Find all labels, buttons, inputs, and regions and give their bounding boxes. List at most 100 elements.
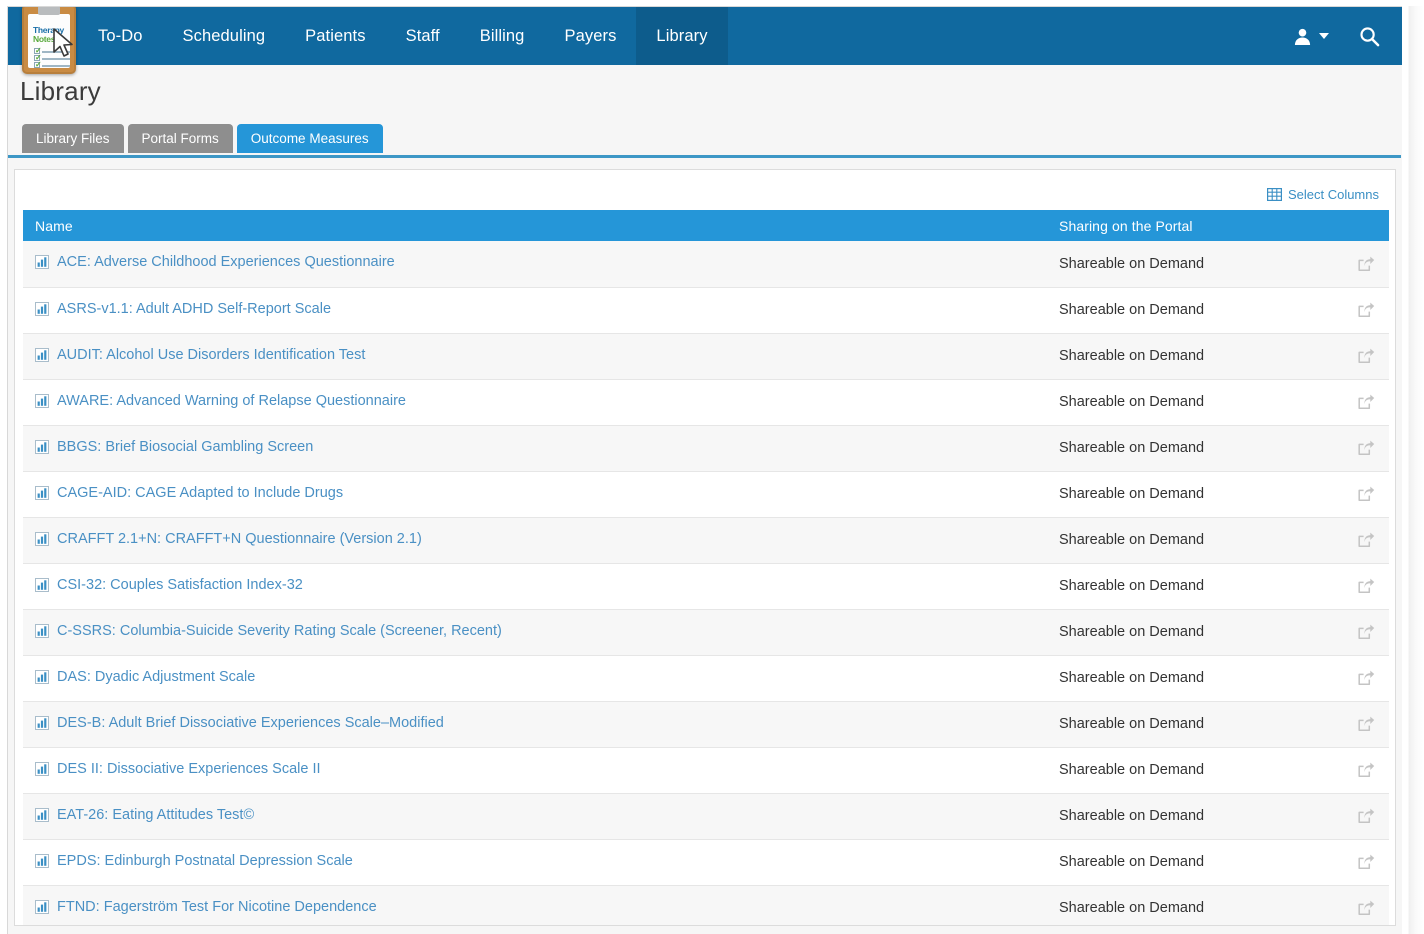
table-row[interactable]: DES-B: Adult Brief Dissociative Experien…: [23, 701, 1389, 748]
outcome-measure-link[interactable]: C-SSRS: Columbia-Suicide Severity Rating…: [35, 623, 502, 639]
table-row[interactable]: CRAFFT 2.1+N: CRAFFT+N Questionnaire (Ve…: [23, 517, 1389, 564]
outcome-measures-table: Name Sharing on the Portal ACE: Adverse …: [23, 210, 1389, 925]
nav-item-billing[interactable]: Billing: [460, 7, 545, 65]
outcome-measure-link[interactable]: CRAFFT 2.1+N: CRAFFT+N Questionnaire (Ve…: [35, 531, 422, 547]
cell-share-action[interactable]: [1343, 701, 1389, 748]
cell-share-action[interactable]: [1343, 517, 1389, 564]
outcome-measure-link[interactable]: ASRS-v1.1: Adult ADHD Self-Report Scale: [35, 301, 331, 317]
outcome-measure-link[interactable]: CSI-32: Couples Satisfaction Index-32: [35, 577, 303, 593]
share-icon: [1357, 302, 1374, 318]
outcome-measure-link[interactable]: FTND: Fagerström Test For Nicotine Depen…: [35, 899, 377, 915]
cell-share-action[interactable]: [1343, 563, 1389, 610]
cell-share-action[interactable]: [1343, 655, 1389, 702]
table-row[interactable]: EAT-26: Eating Attitudes Test© Shareable …: [23, 793, 1389, 840]
table-row[interactable]: DAS: Dyadic Adjustment Scale Shareable on…: [23, 655, 1389, 702]
table-row[interactable]: BBGS: Brief Biosocial Gambling Screen Sha…: [23, 425, 1389, 472]
table-header-row: Name Sharing on the Portal: [23, 210, 1389, 241]
table-row[interactable]: EPDS: Edinburgh Postnatal Depression Sca…: [23, 839, 1389, 886]
share-icon: [1357, 348, 1374, 364]
therapynotes-logo[interactable]: Therapy Notes ✓ ✓ ✓: [22, 4, 76, 74]
cell-sharing-status: Shareable on Demand: [1043, 701, 1343, 748]
cell-share-action[interactable]: [1343, 333, 1389, 380]
share-icon: [1357, 394, 1374, 410]
outcome-measure-link[interactable]: DES II: Dissociative Experiences Scale I…: [35, 761, 321, 777]
search-icon[interactable]: [1359, 26, 1380, 47]
nav-right-icons: [1293, 7, 1402, 65]
share-icon: [1357, 486, 1374, 502]
bar-chart-icon: [35, 807, 49, 822]
cell-share-action[interactable]: [1343, 747, 1389, 794]
cell-sharing-status: Shareable on Demand: [1043, 471, 1343, 518]
cell-share-action[interactable]: [1343, 241, 1389, 288]
column-header-sharing[interactable]: Sharing on the Portal: [1043, 210, 1343, 241]
select-columns-button[interactable]: Select Columns: [1266, 187, 1379, 202]
outcome-measure-link[interactable]: ACE: Adverse Childhood Experiences Quest…: [35, 254, 395, 270]
nav-item-scheduling[interactable]: Scheduling: [163, 7, 286, 65]
cell-name: DES II: Dissociative Experiences Scale I…: [23, 747, 1043, 794]
bar-chart-icon: [35, 669, 49, 684]
window-frame-left: [0, 0, 7, 934]
outcome-measure-link[interactable]: DES-B: Adult Brief Dissociative Experien…: [35, 715, 444, 731]
outcome-measure-label: ASRS-v1.1: Adult ADHD Self-Report Scale: [57, 300, 332, 317]
window-scrollbar-right[interactable]: [1402, 0, 1424, 934]
cell-name: CRAFFT 2.1+N: CRAFFT+N Questionnaire (Ve…: [23, 517, 1043, 564]
outcome-measure-link[interactable]: AUDIT: Alcohol Use Disorders Identificat…: [35, 347, 365, 363]
nav-item-library[interactable]: Library: [636, 7, 728, 65]
nav-item-payers[interactable]: Payers: [544, 7, 636, 65]
cell-share-action[interactable]: [1343, 609, 1389, 656]
bar-chart-icon: [35, 301, 49, 316]
table-row[interactable]: ASRS-v1.1: Adult ADHD Self-Report Scale S…: [23, 287, 1389, 334]
cell-name: ASRS-v1.1: Adult ADHD Self-Report Scale: [23, 287, 1043, 334]
mouse-cursor-icon: [53, 28, 73, 57]
tab-library-files[interactable]: Library Files: [22, 124, 124, 153]
table-row[interactable]: ACE: Adverse Childhood Experiences Quest…: [23, 241, 1389, 288]
table-row[interactable]: FTND: Fagerström Test For Nicotine Depen…: [23, 885, 1389, 925]
cell-share-action[interactable]: [1343, 471, 1389, 518]
outcome-measure-link[interactable]: BBGS: Brief Biosocial Gambling Screen: [35, 439, 313, 455]
table-row[interactable]: DES II: Dissociative Experiences Scale I…: [23, 747, 1389, 794]
outcome-measures-panel: Select Columns Name Sharing on the Porta…: [14, 169, 1396, 926]
bar-chart-icon: [35, 531, 49, 546]
outcome-measure-link[interactable]: CAGE-AID: CAGE Adapted to Include Drugs: [35, 485, 343, 501]
table-header: Name Sharing on the Portal: [23, 210, 1389, 241]
share-icon: [1357, 808, 1374, 824]
table-row[interactable]: AWARE: Advanced Warning of Relapse Quest…: [23, 379, 1389, 426]
cell-sharing-status: Shareable on Demand: [1043, 747, 1343, 794]
outcome-measure-link[interactable]: DAS: Dyadic Adjustment Scale: [35, 669, 255, 685]
outcome-measure-link[interactable]: EAT-26: Eating Attitudes Test©: [35, 807, 254, 823]
share-icon: [1357, 670, 1374, 686]
cell-share-action[interactable]: [1343, 885, 1389, 925]
logo-rule-line: [42, 58, 70, 60]
cell-sharing-status: Shareable on Demand: [1043, 885, 1343, 925]
nav-item-to-do[interactable]: To-Do: [78, 7, 163, 65]
table-row[interactable]: C-SSRS: Columbia-Suicide Severity Rating…: [23, 609, 1389, 656]
column-header-name[interactable]: Name: [23, 210, 1043, 241]
table-row[interactable]: CSI-32: Couples Satisfaction Index-32 Sha…: [23, 563, 1389, 610]
nav-item-patients[interactable]: Patients: [285, 7, 385, 65]
table-row[interactable]: AUDIT: Alcohol Use Disorders Identificat…: [23, 333, 1389, 380]
outcome-measure-label: EPDS: Edinburgh Postnatal Depression Sca…: [57, 852, 353, 869]
share-icon: [1357, 716, 1374, 732]
cell-sharing-status: Shareable on Demand: [1043, 793, 1343, 840]
outcome-measure-label: DES II: Dissociative Experiences Scale I…: [57, 760, 321, 777]
window-frame-top: [0, 0, 1424, 6]
outcome-measure-link[interactable]: AWARE: Advanced Warning of Relapse Quest…: [35, 393, 406, 409]
tab-portal-forms[interactable]: Portal Forms: [127, 124, 233, 153]
bar-chart-icon: [35, 255, 49, 270]
cell-share-action[interactable]: [1343, 793, 1389, 840]
outcome-measure-label: CAGE-AID: CAGE Adapted to Include Drugs: [57, 484, 344, 501]
cell-name: DES-B: Adult Brief Dissociative Experien…: [23, 701, 1043, 748]
table-row[interactable]: CAGE-AID: CAGE Adapted to Include Drugs S…: [23, 471, 1389, 518]
user-account-icon[interactable]: [1293, 27, 1329, 46]
cell-share-action[interactable]: [1343, 287, 1389, 334]
tab-outcome-measures[interactable]: Outcome Measures: [236, 124, 383, 153]
nav-item-staff[interactable]: Staff: [386, 7, 460, 65]
cell-share-action[interactable]: [1343, 839, 1389, 886]
table-body: ACE: Adverse Childhood Experiences Quest…: [23, 241, 1389, 925]
cell-share-action[interactable]: [1343, 425, 1389, 472]
tab-underline: [8, 155, 1401, 158]
cell-name: EPDS: Edinburgh Postnatal Depression Sca…: [23, 839, 1043, 886]
outcome-measure-link[interactable]: EPDS: Edinburgh Postnatal Depression Sca…: [35, 853, 353, 869]
cell-share-action[interactable]: [1343, 379, 1389, 426]
